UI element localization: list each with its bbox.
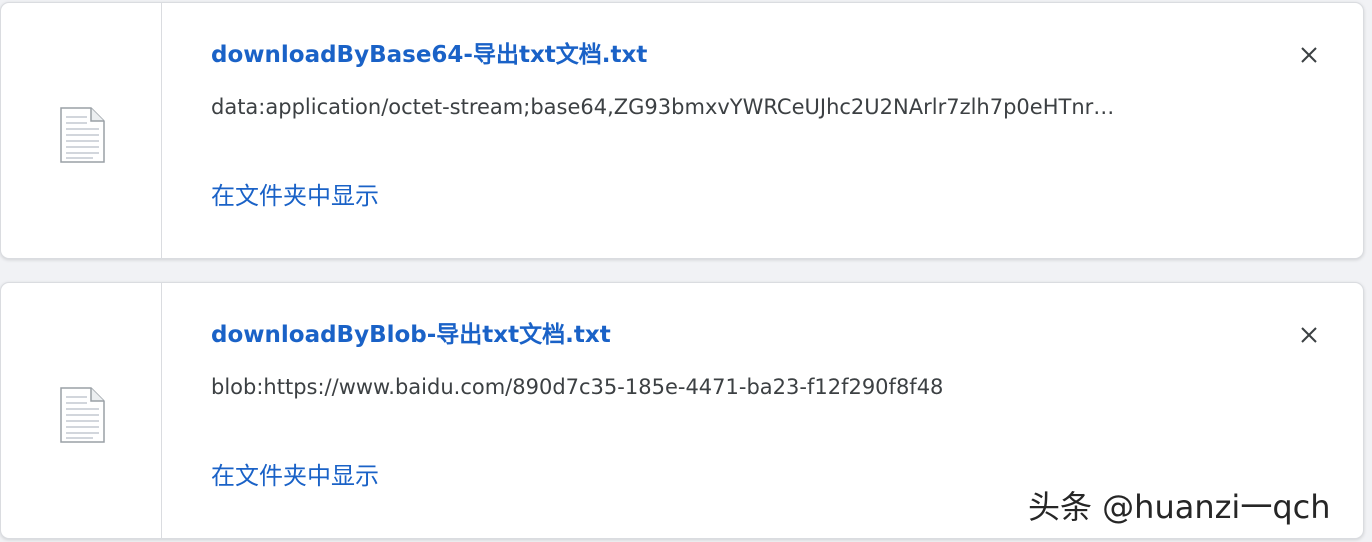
file-name-link[interactable]: downloadByBase64-导出txt文档.txt (211, 39, 647, 71)
file-source-url: data:application/octet-stream;base64,ZG9… (211, 95, 1115, 119)
file-source-url: blob:https://www.baidu.com/890d7c35-185e… (211, 375, 944, 399)
text-file-icon (60, 107, 105, 163)
text-file-icon (60, 387, 105, 443)
file-name-link[interactable]: downloadByBlob-导出txt文档.txt (211, 319, 611, 351)
file-icon-column (1, 3, 162, 258)
close-icon[interactable] (1294, 320, 1324, 350)
watermark-text: 头条 @huanzi一qch (1028, 488, 1331, 526)
file-icon-column (1, 283, 162, 538)
show-in-folder-link[interactable]: 在文件夹中显示 (211, 179, 379, 213)
show-in-folder-link[interactable]: 在文件夹中显示 (211, 459, 379, 493)
close-icon[interactable] (1294, 40, 1324, 70)
download-item: downloadByBase64-导出txt文档.txt data:applic… (0, 2, 1364, 259)
